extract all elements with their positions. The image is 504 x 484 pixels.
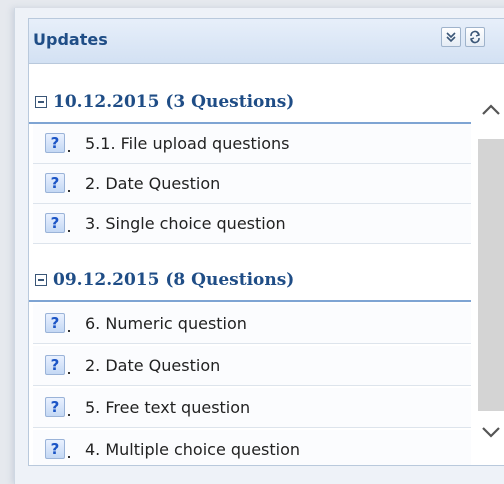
- updates-panel: Updates 10.12.2015 (3 Questions) ? 5.1. …: [28, 18, 504, 466]
- item-label: 4. Multiple choice question: [85, 440, 301, 459]
- item-label: 5. Free text question: [85, 398, 251, 417]
- updates-list: 10.12.2015 (3 Questions) ? 5.1. File upl…: [29, 64, 504, 465]
- scroll-up-icon[interactable]: [480, 102, 502, 118]
- item-label: 3. Single choice question: [85, 214, 286, 233]
- marker-dot: [68, 190, 70, 192]
- refresh-button[interactable]: [465, 27, 485, 47]
- group-header-09-12-2015[interactable]: 09.12.2015 (8 Questions): [29, 260, 471, 302]
- collapse-double-chevron-icon: [446, 32, 456, 43]
- marker-dot: [68, 372, 70, 374]
- marker-dot: [68, 456, 70, 458]
- group-header-10-12-2015[interactable]: 10.12.2015 (3 Questions): [29, 82, 471, 124]
- vertical-scrollbar[interactable]: [474, 64, 504, 465]
- list-item[interactable]: ? 2. Date Question: [33, 164, 471, 204]
- marker-dot: [68, 150, 70, 152]
- list-item[interactable]: ? 5.1. File upload questions: [33, 124, 471, 164]
- list-item[interactable]: ? 4. Multiple choice question: [33, 430, 471, 465]
- group-label: 09.12.2015 (8 Questions): [53, 270, 295, 290]
- marker-dot: [68, 414, 70, 416]
- question-icon: ?: [45, 397, 65, 417]
- collapse-toggle-icon[interactable]: [35, 274, 47, 286]
- list-item[interactable]: ? 5. Free text question: [33, 388, 471, 428]
- question-icon: ?: [45, 355, 65, 375]
- panel-title: Updates: [33, 30, 108, 49]
- question-icon: ?: [45, 313, 65, 333]
- panel-header: Updates: [29, 19, 504, 64]
- item-label: 2. Date Question: [85, 356, 221, 375]
- list-item[interactable]: ? 6. Numeric question: [33, 304, 471, 344]
- refresh-icon: [469, 30, 481, 44]
- collapse-toggle-icon[interactable]: [35, 96, 47, 108]
- item-label: 2. Date Question: [85, 174, 221, 193]
- item-label: 6. Numeric question: [85, 314, 247, 333]
- question-icon: ?: [45, 439, 65, 459]
- question-icon: ?: [45, 213, 65, 233]
- marker-dot: [68, 330, 70, 332]
- collapse-button[interactable]: [441, 27, 461, 47]
- marker-dot: [68, 230, 70, 232]
- list-item[interactable]: ? 2. Date Question: [33, 346, 471, 386]
- question-icon: ?: [45, 133, 65, 153]
- item-label: 5.1. File upload questions: [85, 134, 290, 153]
- scroll-down-icon[interactable]: [480, 424, 502, 440]
- scrollbar-thumb[interactable]: [478, 139, 504, 411]
- group-label: 10.12.2015 (3 Questions): [53, 92, 295, 112]
- list-item[interactable]: ? 3. Single choice question: [33, 204, 471, 244]
- question-icon: ?: [45, 173, 65, 193]
